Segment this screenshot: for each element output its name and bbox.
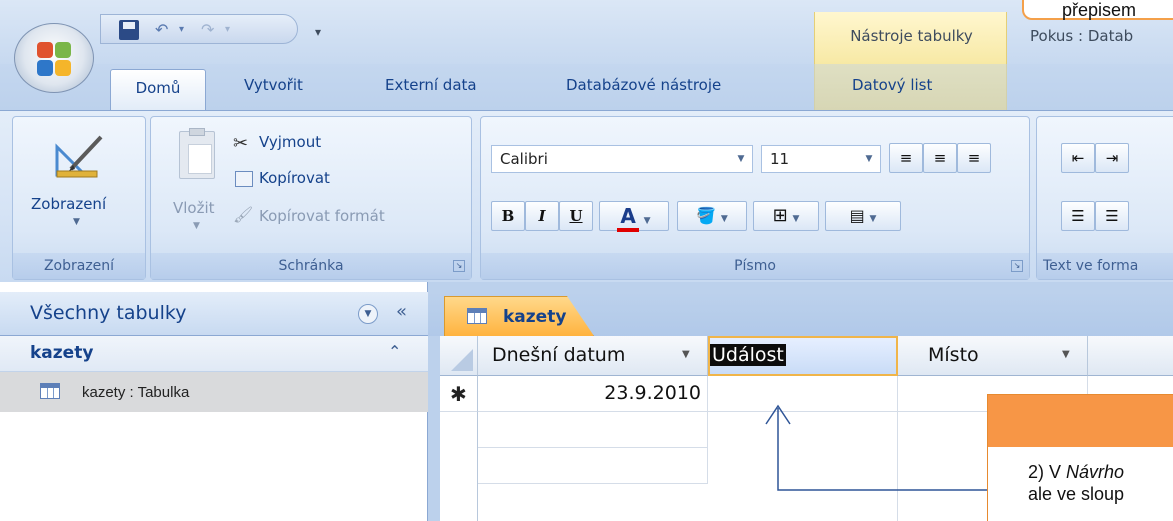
- annotation-callout-header: [988, 395, 1173, 447]
- annotation-top-text: přepisem: [1062, 0, 1137, 20]
- annotation-bottom-text: 2) V Návrho ale ve sloup: [1028, 462, 1125, 504]
- annotation-callout-bottom: 2) V Návrho ale ve sloup: [987, 394, 1173, 521]
- annotation-callout-top: přepisem: [1022, 0, 1173, 20]
